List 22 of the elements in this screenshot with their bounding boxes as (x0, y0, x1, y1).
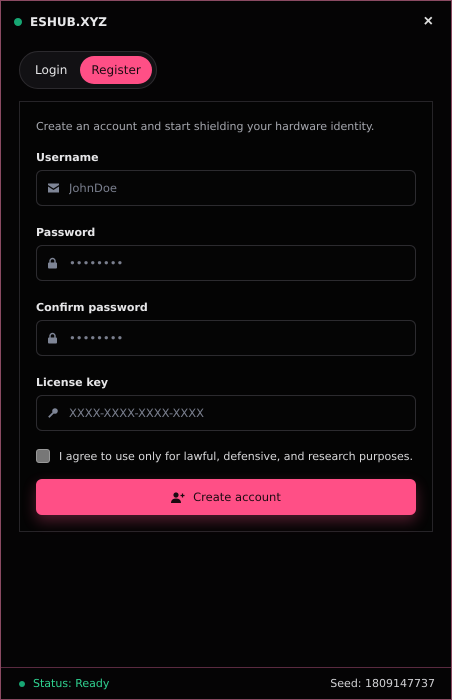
input-field[interactable]: •••••••• (36, 320, 416, 356)
input-field[interactable]: XXXX-XXXX-XXXX-XXXX (36, 395, 416, 431)
envelope-icon (48, 184, 59, 192)
seed-text: Seed: 1809147737 (330, 677, 435, 690)
lock-icon (48, 258, 57, 268)
add-user-icon (171, 492, 186, 502)
input-field[interactable]: •••••••• (36, 245, 416, 281)
create-account-button[interactable]: Create account (36, 479, 416, 515)
window-title: ESHUB.XYZ (30, 15, 108, 29)
key-icon (48, 408, 58, 418)
agree-label: I agree to use only for lawful, defensive, and research purposes. (59, 450, 413, 462)
field-label: License key (36, 376, 110, 389)
field-label: Password (36, 226, 96, 239)
field-label: Username (36, 151, 100, 164)
close-button[interactable]: × (424, 13, 433, 31)
tab[interactable]: Register (80, 56, 152, 84)
tab[interactable]: Login (24, 56, 78, 84)
checkbox[interactable] (36, 449, 50, 463)
intro-text: Create an account and start shielding your hardware identity. (36, 120, 376, 133)
status-text: Status: Ready (33, 677, 110, 690)
field-label: Confirm password (36, 301, 149, 314)
lock-icon (48, 332, 57, 344)
